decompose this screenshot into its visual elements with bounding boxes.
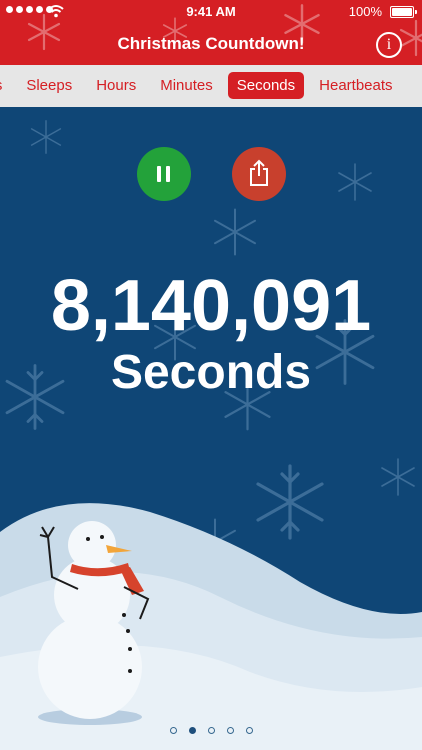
countdown-panel: 8,140,091 Seconds bbox=[0, 107, 422, 750]
page-dot[interactable] bbox=[169, 727, 177, 734]
tab-sleeps[interactable]: Sleeps bbox=[17, 72, 81, 99]
share-icon bbox=[250, 159, 268, 186]
snowflake-icon bbox=[30, 120, 62, 154]
page-indicator[interactable] bbox=[0, 727, 422, 734]
page-dot-active[interactable] bbox=[188, 727, 196, 734]
battery-percentage: 100% bbox=[348, 4, 382, 19]
unit-tabs: eks Sleeps Hours Minutes Seconds Heartbe… bbox=[0, 65, 422, 107]
snowman-illustration bbox=[38, 521, 150, 725]
page-dot[interactable] bbox=[226, 727, 234, 734]
tab-hours[interactable]: Hours bbox=[87, 72, 145, 99]
tab-weeks[interactable]: eks bbox=[0, 72, 11, 99]
countdown-unit: Seconds bbox=[110, 346, 312, 399]
header: 9:41 AM 100% Christmas Countdown! i bbox=[0, 0, 422, 65]
share-button[interactable] bbox=[232, 147, 286, 201]
info-icon: i bbox=[386, 36, 392, 53]
page-dot[interactable] bbox=[245, 727, 253, 734]
page-dot[interactable] bbox=[207, 727, 215, 734]
page-title: Christmas Countdown! bbox=[117, 34, 305, 53]
tab-heartbeats[interactable]: Heartbeats bbox=[310, 72, 401, 99]
snowflake-icon bbox=[214, 208, 256, 256]
countdown-value: 8,140,091 bbox=[50, 266, 372, 346]
pause-button[interactable] bbox=[137, 147, 191, 201]
battery-icon bbox=[390, 6, 417, 18]
status-bar: 9:41 AM 100% bbox=[0, 0, 422, 22]
tab-minutes[interactable]: Minutes bbox=[151, 72, 222, 99]
tab-seconds[interactable]: Seconds bbox=[227, 72, 305, 99]
snowflake-icon bbox=[338, 163, 372, 201]
info-button[interactable]: i bbox=[376, 32, 402, 58]
pause-icon bbox=[137, 147, 191, 201]
